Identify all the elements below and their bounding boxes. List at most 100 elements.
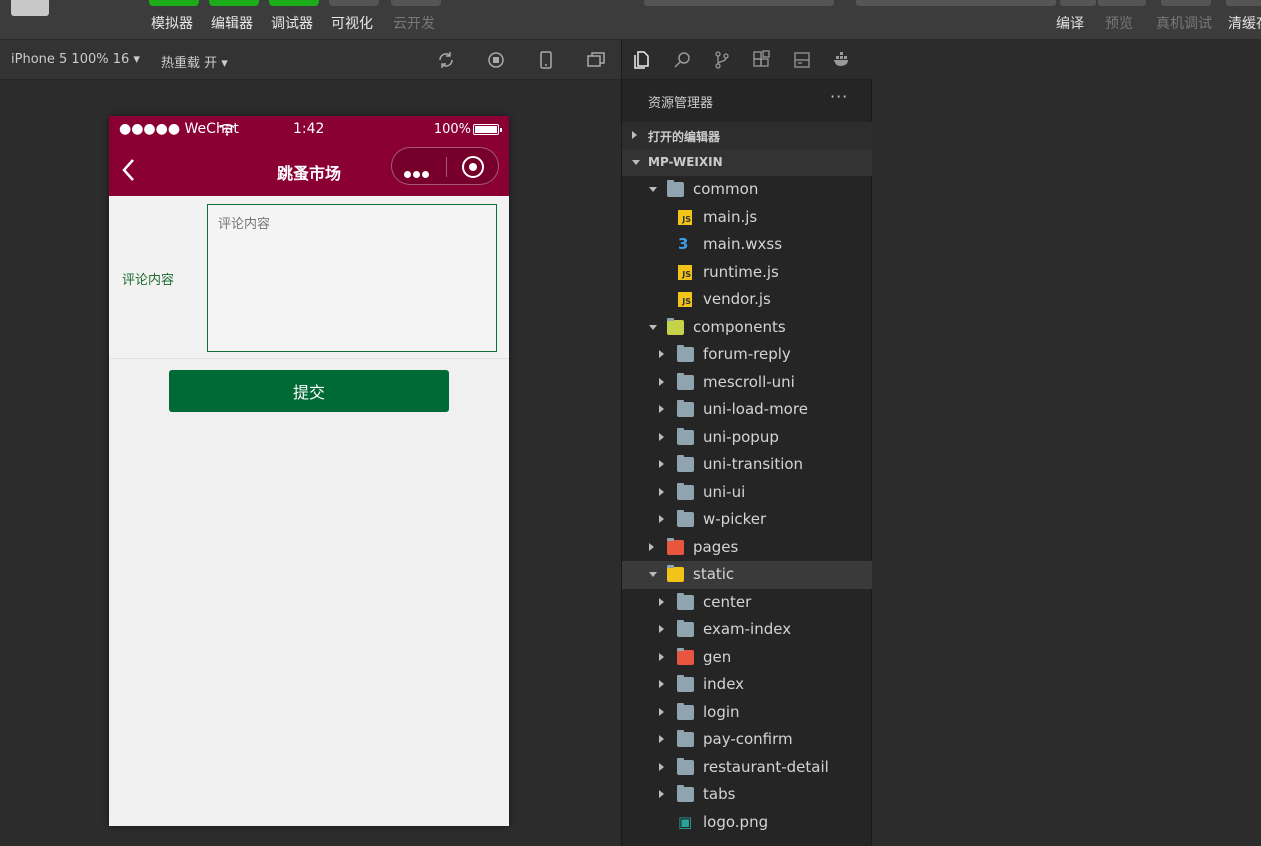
tree-item[interactable]: login	[622, 699, 873, 727]
js-file-icon: JS	[678, 209, 692, 225]
folder-icon	[677, 702, 694, 720]
tree-item[interactable]: pages	[622, 534, 873, 562]
chevron-right-icon[interactable]	[659, 350, 664, 358]
debugger-toggle-button[interactable]	[269, 0, 319, 6]
explorer-more-button[interactable]: ···	[830, 87, 848, 106]
chevron-down-icon[interactable]	[649, 187, 657, 192]
chevron-right-icon[interactable]	[659, 487, 664, 496]
device-debug-button[interactable]	[1161, 0, 1211, 6]
chevron-right-icon[interactable]	[659, 625, 664, 633]
tree-item-label: w-picker	[703, 510, 767, 528]
tree-item[interactable]: components	[622, 314, 873, 342]
tree-item[interactable]: JS vendor.js	[622, 286, 873, 314]
tree-item[interactable]: JS runtime.js	[622, 259, 873, 287]
tree-item[interactable]: w-picker	[622, 506, 873, 534]
tree-item[interactable]: uni-transition	[622, 451, 873, 479]
tree-item-label: uni-transition	[703, 455, 804, 473]
visual-toggle-button[interactable]	[329, 0, 379, 6]
device-select[interactable]: iPhone 5 100% 16 ▾	[11, 52, 140, 67]
more-dots-icon[interactable]	[404, 163, 431, 182]
chevron-right-icon[interactable]	[659, 652, 664, 661]
editor-label[interactable]: 编辑器	[211, 13, 253, 33]
mode-select[interactable]	[644, 0, 834, 6]
tree-item[interactable]: pay-confirm	[622, 726, 873, 754]
chevron-right-icon[interactable]	[659, 405, 664, 413]
chevron-right-icon[interactable]	[659, 735, 664, 743]
tree-item[interactable]: static	[622, 561, 873, 589]
preview-label[interactable]: 预览	[1105, 13, 1133, 33]
tree-item[interactable]: mescroll-uni	[622, 369, 873, 397]
chevron-right-icon[interactable]	[649, 542, 654, 551]
tree-item[interactable]: JS main.js	[622, 204, 873, 232]
chevron-down-icon[interactable]	[649, 324, 657, 330]
chevron-right-icon[interactable]	[659, 597, 664, 606]
folder-icon	[677, 372, 694, 390]
editor-toggle-button[interactable]	[209, 0, 259, 6]
clear-cache-button[interactable]	[1226, 0, 1261, 6]
open-editors-section[interactable]: 打开的编辑器	[622, 122, 873, 149]
device-debug-label[interactable]: 真机调试	[1156, 13, 1212, 33]
clear-cache-label[interactable]: 清缓存	[1228, 13, 1261, 33]
close-miniprogram-icon[interactable]	[462, 156, 484, 178]
user-avatar[interactable]	[11, 0, 49, 16]
files-icon[interactable]	[632, 50, 652, 70]
tree-item-label: main.wxss	[703, 235, 783, 253]
chevron-right-icon[interactable]	[659, 515, 664, 523]
tree-item[interactable]: uni-popup	[622, 424, 873, 452]
tree-item-label: index	[703, 675, 745, 693]
tree-item-label: uni-ui	[703, 482, 746, 501]
folder-open-icon	[667, 180, 684, 197]
tree-item[interactable]: ▣ logo.png	[622, 809, 873, 837]
cloud-toggle-button[interactable]	[391, 0, 441, 6]
search-icon[interactable]	[672, 50, 692, 70]
tree-item[interactable]: uni-ui	[622, 479, 873, 507]
chevron-right-icon[interactable]	[659, 377, 664, 386]
extensions-icon[interactable]	[752, 50, 772, 70]
phone-icon[interactable]	[536, 50, 556, 70]
tree-item[interactable]: 3 main.wxss	[622, 231, 873, 259]
compile-label[interactable]: 编译	[1056, 13, 1084, 33]
tree-item[interactable]: forum-reply	[622, 341, 873, 369]
tree-item[interactable]: uni-load-more	[622, 396, 873, 424]
chevron-down-icon[interactable]	[649, 572, 657, 577]
compile-button[interactable]	[1060, 0, 1096, 6]
chevron-right-icon[interactable]	[659, 460, 664, 468]
tree-item[interactable]: index	[622, 671, 873, 699]
project-section[interactable]: MP-WEIXIN	[622, 149, 873, 176]
source-control-icon[interactable]	[712, 50, 732, 70]
tree-item[interactable]: restaurant-detail	[622, 754, 873, 782]
tree-item-label: pages	[693, 537, 739, 556]
tree-item[interactable]: exam-index	[622, 616, 873, 644]
debugger-label[interactable]: 调试器	[271, 13, 313, 33]
docker-icon[interactable]	[832, 50, 852, 70]
submit-button[interactable]: 提交	[169, 370, 449, 412]
chevron-down-icon	[632, 160, 640, 165]
chevron-right-icon[interactable]	[659, 790, 664, 798]
detach-window-icon[interactable]	[586, 50, 606, 70]
main-toolbar: 模拟器 编辑器 调试器 可视化 云开发 编译 预览 真机调试 清缓存	[0, 0, 1261, 40]
stop-icon[interactable]	[486, 50, 506, 70]
comment-form-row: 评论内容	[109, 196, 509, 359]
cloud-dev-label[interactable]: 云开发	[393, 13, 435, 33]
storage-icon[interactable]	[792, 50, 812, 70]
simulator-toggle-button[interactable]	[149, 0, 199, 6]
tree-item-label: login	[703, 702, 740, 721]
chevron-right-icon[interactable]	[659, 680, 664, 688]
tree-item[interactable]: tabs	[622, 781, 873, 809]
refresh-icon[interactable]	[436, 50, 456, 70]
chevron-right-icon[interactable]	[659, 707, 664, 716]
tree-item[interactable]: common	[622, 176, 873, 204]
battery-percent: 100%	[433, 122, 471, 137]
tree-item[interactable]: gen	[622, 644, 873, 672]
chevron-right-icon[interactable]	[659, 432, 664, 441]
tree-item-label: pay-confirm	[703, 730, 793, 748]
chevron-right-icon[interactable]	[659, 762, 664, 771]
simulator-label[interactable]: 模拟器	[151, 13, 193, 33]
hot-reload-toggle[interactable]: 热重载 开 ▾	[161, 52, 228, 71]
visual-label[interactable]: 可视化	[331, 13, 373, 33]
preview-button[interactable]	[1098, 0, 1146, 6]
compile-mode-select[interactable]	[856, 0, 1056, 6]
comment-textarea[interactable]	[207, 204, 497, 352]
tree-item[interactable]: center	[622, 589, 873, 617]
tree-item-label: uni-popup	[703, 427, 779, 446]
